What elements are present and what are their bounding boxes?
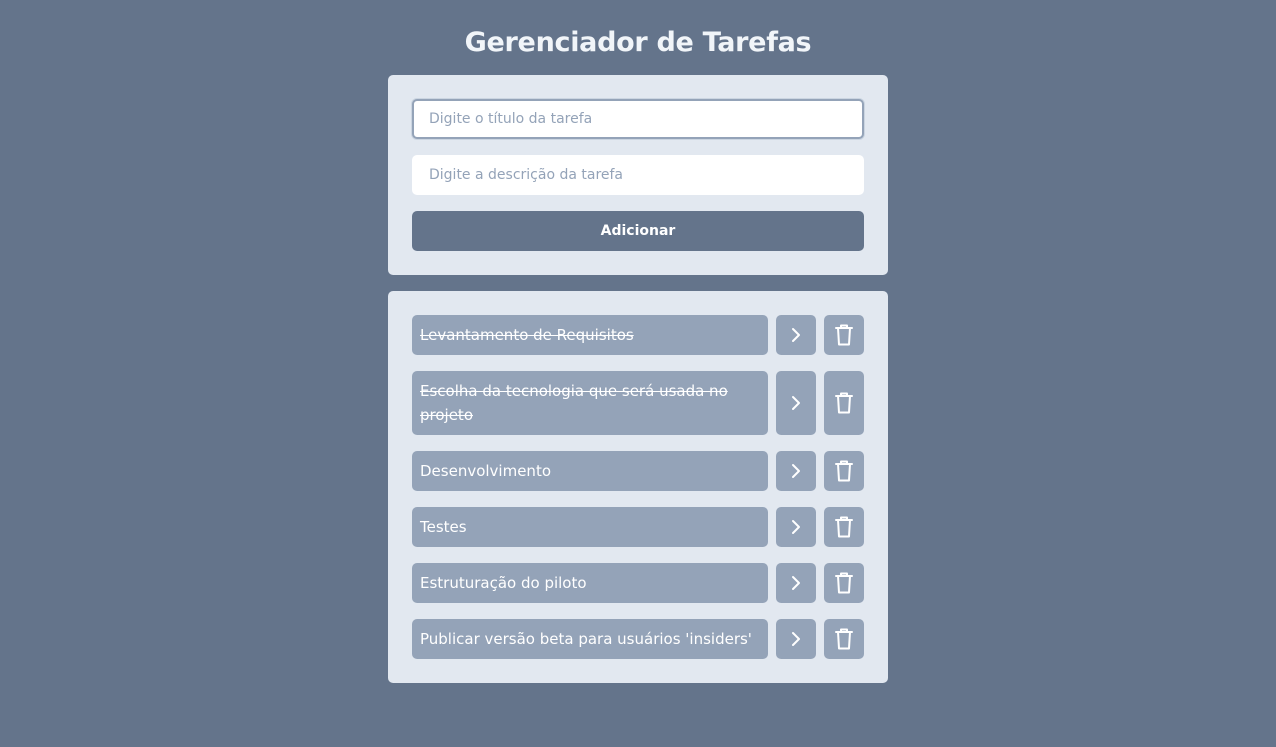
chevron-right-icon: [789, 630, 803, 648]
task-details-button[interactable]: [776, 451, 816, 491]
task-title-button[interactable]: Estruturação do piloto: [412, 563, 768, 603]
task-details-button[interactable]: [776, 563, 816, 603]
trash-icon: [834, 571, 854, 595]
task-list: Levantamento de Requisitos Escolha da te…: [412, 315, 864, 659]
task-item: Escolha da tecnologia que será usada no …: [412, 371, 864, 435]
task-description-input[interactable]: [412, 155, 864, 195]
trash-icon: [834, 391, 854, 415]
task-delete-button[interactable]: [824, 507, 864, 547]
task-item: Estruturação do piloto: [412, 563, 864, 603]
trash-icon: [834, 323, 854, 347]
page-title: Gerenciador de Tarefas: [464, 27, 812, 58]
task-list-panel: Levantamento de Requisitos Escolha da te…: [388, 291, 888, 683]
task-details-button[interactable]: [776, 507, 816, 547]
chevron-right-icon: [789, 574, 803, 592]
add-task-button[interactable]: Adicionar: [412, 211, 864, 251]
add-task-form: Adicionar: [388, 75, 888, 275]
task-item: Desenvolvimento: [412, 451, 864, 491]
task-delete-button[interactable]: [824, 451, 864, 491]
app-container: Gerenciador de Tarefas Adicionar Levanta…: [388, 0, 888, 683]
task-title-button[interactable]: Publicar versão beta para usuários 'insi…: [412, 619, 768, 659]
task-item: Testes: [412, 507, 864, 547]
task-delete-button[interactable]: [824, 619, 864, 659]
task-item: Publicar versão beta para usuários 'insi…: [412, 619, 864, 659]
task-title-button[interactable]: Testes: [412, 507, 768, 547]
task-title-input[interactable]: [412, 99, 864, 139]
task-title-button[interactable]: Desenvolvimento: [412, 451, 768, 491]
chevron-right-icon: [789, 394, 803, 412]
trash-icon: [834, 459, 854, 483]
task-delete-button[interactable]: [824, 563, 864, 603]
chevron-right-icon: [789, 326, 803, 344]
task-delete-button[interactable]: [824, 371, 864, 435]
trash-icon: [834, 515, 854, 539]
task-details-button[interactable]: [776, 371, 816, 435]
task-title-button[interactable]: Levantamento de Requisitos: [412, 315, 768, 355]
task-details-button[interactable]: [776, 619, 816, 659]
task-item: Levantamento de Requisitos: [412, 315, 864, 355]
task-title-button[interactable]: Escolha da tecnologia que será usada no …: [412, 371, 768, 435]
chevron-right-icon: [789, 462, 803, 480]
task-delete-button[interactable]: [824, 315, 864, 355]
chevron-right-icon: [789, 518, 803, 536]
trash-icon: [834, 627, 854, 651]
task-details-button[interactable]: [776, 315, 816, 355]
